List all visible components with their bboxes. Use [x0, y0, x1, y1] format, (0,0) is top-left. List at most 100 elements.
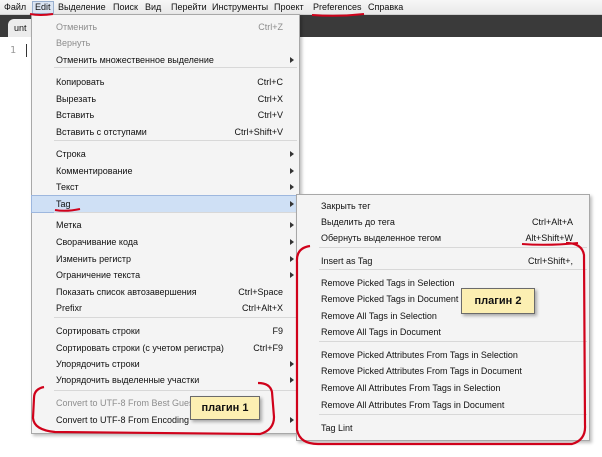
submenu-arrow-icon: [290, 377, 294, 383]
menu-item-label: Упорядочить строки: [56, 359, 140, 369]
menu-item-label: Prefixr: [56, 303, 83, 313]
tag-menu-item-remove-all-tags-document[interactable]: Remove All Tags in Document: [297, 324, 589, 340]
tag-menu-item-wrap-with-tag[interactable]: Обернуть выделенное тегом Alt+Shift+W: [297, 230, 589, 246]
tag-menu-item-remove-all-attrs-document[interactable]: Remove All Attributes From Tags in Docum…: [297, 397, 589, 413]
edit-menu-item-permute-lines[interactable]: Упорядочить строки: [32, 356, 299, 372]
tag-menu-item-tag-lint[interactable]: Tag Lint: [297, 420, 589, 436]
tag-menu-item-remove-picked-tags-document[interactable]: Remove Picked Tags in Document: [297, 291, 589, 307]
submenu-arrow-icon: [290, 222, 294, 228]
edit-menu-item-copy[interactable]: Копировать Ctrl+C: [32, 74, 299, 90]
menu-help[interactable]: Справка: [368, 2, 403, 13]
plugin2-note: плагин 2: [461, 288, 535, 314]
tag-menu-item-close-tag[interactable]: Закрыть тег: [297, 198, 589, 214]
menu-separator: [319, 414, 587, 415]
menu-item-label: Convert to UTF-8 From Best Guess: [56, 398, 199, 408]
submenu-arrow-icon: [290, 272, 294, 278]
menu-item-shortcut: Ctrl+X: [257, 94, 283, 104]
menu-item-label: Сворачивание кода: [56, 237, 139, 247]
submenu-arrow-icon: [290, 361, 294, 367]
menu-item-label: Insert as Tag: [321, 256, 373, 266]
tag-menu-item-remove-picked-attrs-document[interactable]: Remove Picked Attributes From Tags in Do…: [297, 363, 589, 379]
menu-item-label: Remove All Attributes From Tags in Selec…: [321, 383, 501, 393]
submenu-arrow-icon: [290, 256, 294, 262]
menu-goto[interactable]: Перейти: [171, 2, 207, 13]
menu-item-shortcut: Alt+Shift+W: [525, 233, 573, 243]
submenu-arrow-icon: [290, 184, 294, 190]
line-number: 1: [10, 45, 17, 56]
menu-item-shortcut: Ctrl+F9: [253, 343, 283, 353]
menu-find[interactable]: Поиск: [113, 2, 138, 13]
menu-item-label: Ограничение текста: [56, 270, 141, 280]
edit-menu-item-sort-lines[interactable]: Сортировать строки F9: [32, 323, 299, 339]
menu-item-label: Tag: [56, 199, 71, 209]
edit-menu-item-text[interactable]: Текст: [32, 179, 299, 195]
menu-item-label: Текст: [56, 182, 79, 192]
tag-menu-item-expand-to-tag[interactable]: Выделить до тега Ctrl+Alt+A: [297, 214, 589, 230]
menu-item-label: Копировать: [56, 77, 105, 87]
tag-menu-item-remove-all-tags-selection[interactable]: Remove All Tags in Selection: [297, 308, 589, 324]
menu-item-label: Обернуть выделенное тегом: [321, 233, 442, 243]
menu-item-shortcut: F9: [272, 326, 283, 336]
menu-item-shortcut: Ctrl+Space: [238, 287, 283, 297]
menu-item-label: Вставить с отступами: [56, 127, 147, 137]
menu-selection[interactable]: Выделение: [58, 2, 106, 13]
menu-edit[interactable]: Edit: [32, 1, 54, 14]
menu-item-shortcut: Ctrl+V: [257, 110, 283, 120]
menu-item-label: Сортировать строки: [56, 326, 140, 336]
menu-separator: [54, 317, 297, 318]
menu-item-label: Метка: [56, 220, 82, 230]
menu-item-shortcut: Ctrl+Shift+,: [527, 256, 573, 266]
edit-menu-item-paste[interactable]: Вставить Ctrl+V: [32, 107, 299, 123]
menu-item-label: Remove Picked Attributes From Tags in Se…: [321, 350, 518, 360]
tag-menu-item-remove-all-attrs-selection[interactable]: Remove All Attributes From Tags in Selec…: [297, 380, 589, 396]
edit-menu-item-comment[interactable]: Комментирование: [32, 163, 299, 179]
edit-menu-item-convert-case[interactable]: Изменить регистр: [32, 251, 299, 267]
edit-menu-item-line[interactable]: Строка: [32, 146, 299, 162]
plugin1-note: плагин 1: [190, 396, 260, 420]
edit-menu-item-undo-multi-selection[interactable]: Отменить множественное выделение: [32, 52, 299, 68]
edit-menu-item-paste-indent[interactable]: Вставить с отступами Ctrl+Shift+V: [32, 124, 299, 140]
edit-menu-item-show-completions[interactable]: Показать список автозавершения Ctrl+Space: [32, 284, 299, 300]
menu-separator: [319, 247, 587, 248]
menu-separator: [319, 269, 587, 270]
submenu-arrow-icon: [290, 239, 294, 245]
edit-menu-item-undo[interactable]: Отменить Ctrl+Z: [32, 19, 299, 35]
menu-tools[interactable]: Инструменты: [212, 2, 268, 13]
tag-menu-item-insert-as-tag[interactable]: Insert as Tag Ctrl+Shift+,: [297, 253, 589, 269]
menu-item-label: Remove Picked Tags in Document: [321, 294, 459, 304]
edit-menu-item-cut[interactable]: Вырезать Ctrl+X: [32, 91, 299, 107]
menu-separator: [54, 212, 297, 213]
tag-menu-item-remove-picked-attrs-selection[interactable]: Remove Picked Attributes From Tags in Se…: [297, 347, 589, 363]
menu-item-shortcut: Ctrl+Z: [258, 22, 283, 32]
menu-item-label: Отменить множественное выделение: [56, 55, 214, 65]
edit-menu-item-mark[interactable]: Метка: [32, 217, 299, 233]
menu-project[interactable]: Проект: [274, 2, 304, 13]
menu-separator: [54, 390, 297, 391]
menu-item-shortcut: Ctrl+Shift+V: [234, 127, 283, 137]
edit-menu-item-permute-selections[interactable]: Упорядочить выделенные участки: [32, 372, 299, 388]
edit-menu-item-sort-lines-case[interactable]: Сортировать строки (с учетом регистра) Ct…: [32, 340, 299, 356]
menu-separator: [54, 67, 297, 68]
edit-menu-item-tag[interactable]: Tag: [31, 195, 300, 213]
tag-submenu: Закрыть тег Выделить до тега Ctrl+Alt+A Обе…: [296, 194, 590, 441]
edit-menu-item-prefixr[interactable]: Prefixr Ctrl+Alt+X: [32, 300, 299, 316]
menu-view[interactable]: Вид: [145, 2, 161, 13]
menu-item-label: Remove All Attributes From Tags in Docum…: [321, 400, 505, 410]
menu-item-label: Закрыть тег: [321, 201, 371, 211]
menu-item-label: Tag Lint: [321, 423, 353, 433]
edit-menu: Отменить Ctrl+Z Вернуть Отменить множествен…: [31, 14, 300, 434]
menu-item-label: Convert to UTF-8 From Encoding: [56, 415, 190, 425]
edit-menu-item-redo[interactable]: Вернуть: [32, 35, 299, 51]
menu-item-label: Сортировать строки (с учетом регистра): [56, 343, 224, 353]
menu-file[interactable]: Файл: [4, 2, 26, 13]
tag-menu-item-remove-picked-tags-selection[interactable]: Remove Picked Tags in Selection: [297, 275, 589, 291]
menu-separator: [319, 341, 587, 342]
menu-preferences[interactable]: Preferences: [313, 2, 362, 13]
edit-menu-item-wrap[interactable]: Ограничение текста: [32, 267, 299, 283]
menubar: Файл Edit Выделение Поиск Вид Перейти Ин…: [0, 0, 602, 15]
menu-item-shortcut: Ctrl+Alt+A: [531, 217, 573, 227]
edit-menu-item-code-folding[interactable]: Сворачивание кода: [32, 234, 299, 250]
menu-item-label: Изменить регистр: [56, 254, 132, 264]
submenu-arrow-icon: [290, 201, 294, 207]
menu-item-label: Показать список автозавершения: [56, 287, 197, 297]
